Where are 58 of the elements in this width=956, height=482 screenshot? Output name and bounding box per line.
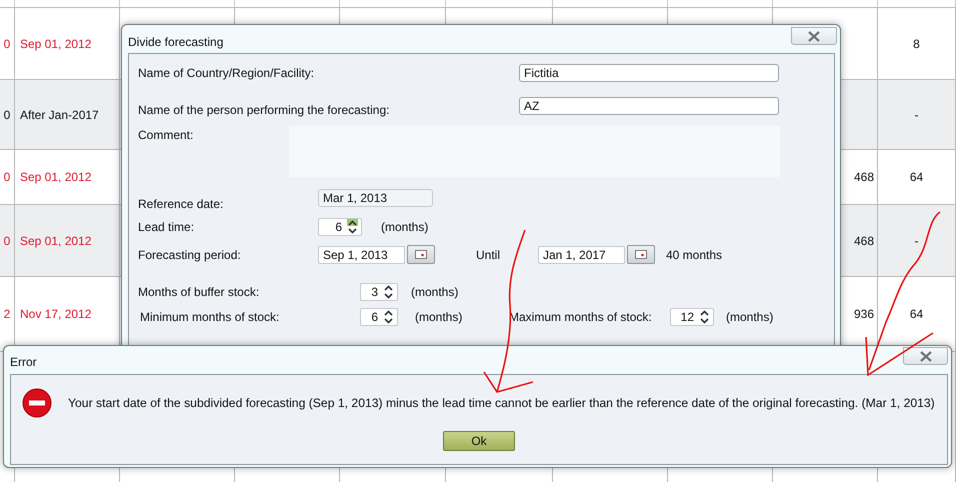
error-message: Your start date of the subdivided forecasting (Sep 1, 2013) minus the lead time cannot be earlier than the reference date of the original forecasting. (Mar 1, 2013) [68,394,935,412]
table-cell-text: 468 [854,169,875,186]
table-cell-text: 8 [913,36,920,52]
field-label: Until [476,246,502,264]
up-down-arrows-icon [699,309,710,325]
dialog-title: Divide forecasting [128,34,224,51]
table-cell-text: 936 [854,306,875,323]
table-cell-text: - [914,106,918,124]
field-label: Comment: [138,127,194,144]
date-field[interactable]: Jan 1, 2017 [538,246,625,264]
date-field[interactable]: Sep 1, 2013 [318,246,405,264]
up-down-arrows-icon [383,309,394,325]
table-cell-text: - [914,232,918,250]
close-button[interactable] [791,27,837,45]
table-cell-text: After Jan-2017 [19,106,99,124]
table-cell-text: 0 [4,169,10,186]
close-icon [807,30,821,42]
table-cell-text: Sep 01, 2012 [19,169,92,186]
field-label: Name of Country/Region/Facility: [138,65,316,82]
table-cell-text: 0 [4,106,10,124]
field-label: Forecasting period: [138,246,242,264]
error-icon [22,388,52,418]
table-cell-text: Sep 01, 2012 [19,36,92,52]
calendar-button[interactable] [407,245,435,264]
number-spinner[interactable]: 12 [670,308,714,326]
field-label: Reference date: [138,196,224,213]
date-field: Mar 1, 2013 [318,189,433,207]
ok-button[interactable]: Ok [443,431,515,451]
dialog-title: Error [10,354,37,371]
field-label: 40 months [666,246,722,264]
field-label: Lead time: [138,219,196,236]
up-down-arrows-icon [347,219,358,235]
table-cell-text: 0 [4,232,10,250]
up-down-arrows-icon [383,284,394,300]
field-label: (months) [726,309,774,326]
close-icon [918,350,932,362]
text-input[interactable]: AZ [519,97,779,115]
table-cell-text: 64 [910,169,924,186]
field-label: (months) [381,219,428,236]
calendar-button[interactable] [627,245,655,264]
table-cell-text: Sep 01, 2012 [19,232,92,250]
calendar-icon [415,250,427,259]
number-spinner[interactable]: 6 [318,218,362,236]
field-label: (months) [415,309,464,326]
field-label: Name of the person performing the forecasting: [138,102,390,119]
number-spinner[interactable]: 6 [360,308,398,326]
table-cell-text: 64 [910,306,924,323]
table-cell-text: 468 [854,232,875,250]
field-label: (months) [411,284,458,301]
close-button[interactable] [903,347,948,365]
field-label: Months of buffer stock: [138,284,260,301]
table-cell-text: Nov 17, 2012 [19,306,92,323]
table-cell-text: 0 [4,36,10,52]
text-input[interactable]: Fictitia [519,64,779,82]
table-cell-text: 2 [4,306,10,323]
field-label: Minimum months of stock: [140,309,280,326]
number-spinner[interactable]: 3 [360,283,398,301]
calendar-icon [635,250,647,259]
